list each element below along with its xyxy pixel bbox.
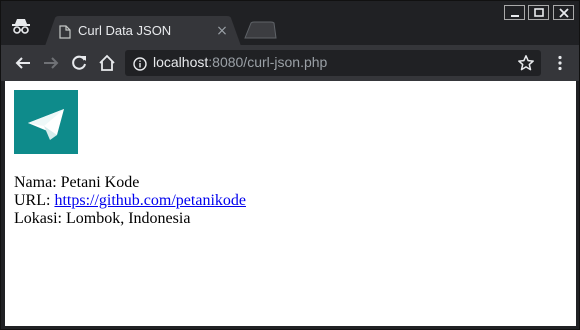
reload-icon[interactable] <box>70 54 88 72</box>
url-path: :8080/curl-json.php <box>208 54 328 70</box>
tab-strip: Curl Data JSON × <box>1 1 579 46</box>
close-window-button[interactable] <box>553 5 574 20</box>
incognito-icon <box>11 18 31 34</box>
page-viewport: Nama: Petani Kode URL: https://github.co… <box>5 81 576 326</box>
url-text: localhost:8080/curl-json.php <box>153 54 327 70</box>
tab-title: Curl Data JSON <box>78 23 172 38</box>
home-icon[interactable] <box>98 54 116 72</box>
info-icon[interactable] <box>133 56 147 71</box>
forward-arrow-icon[interactable] <box>42 54 60 72</box>
location-label: Lokasi: <box>14 210 62 227</box>
location-row: Lokasi: Lombok, Indonesia <box>14 210 246 228</box>
address-bar[interactable]: localhost:8080/curl-json.php <box>125 50 541 76</box>
document-icon <box>59 24 71 39</box>
url-host: localhost <box>153 54 209 70</box>
name-row: Nama: Petani Kode <box>14 174 246 192</box>
minimize-button[interactable] <box>504 5 525 20</box>
tab-curl-data-json[interactable]: Curl Data JSON × <box>45 16 241 46</box>
tab-close-button[interactable]: × <box>215 24 229 38</box>
name-value: Petani Kode <box>60 174 140 191</box>
kebab-menu-icon[interactable] <box>551 54 569 72</box>
browser-window: Curl Data JSON × localhost:8080/curl-jso… <box>0 0 580 330</box>
back-arrow-icon[interactable] <box>14 54 32 72</box>
url-row: URL: https://github.com/petanikode <box>14 192 246 210</box>
profile-info: Nama: Petani Kode URL: https://github.co… <box>14 174 246 228</box>
github-link[interactable]: https://github.com/petanikode <box>54 192 246 209</box>
location-value: Lombok, Indonesia <box>66 210 191 227</box>
browser-toolbar: localhost:8080/curl-json.php <box>1 45 579 81</box>
name-label: Nama: <box>14 174 57 191</box>
paper-plane-logo <box>14 90 78 154</box>
new-tab-button[interactable] <box>243 21 277 39</box>
url-label: URL: <box>14 192 51 209</box>
maximize-button[interactable] <box>528 5 549 20</box>
star-icon[interactable] <box>517 54 535 72</box>
